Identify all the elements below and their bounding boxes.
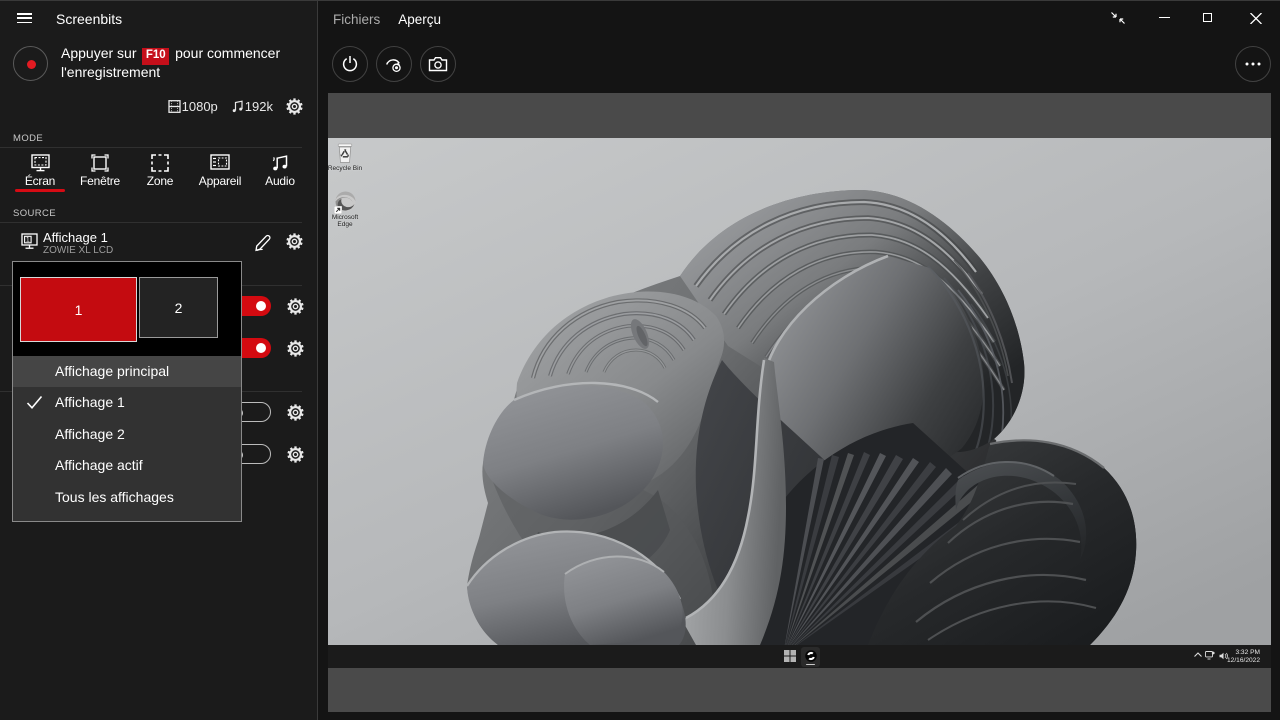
svg-text:1: 1 bbox=[26, 237, 30, 244]
